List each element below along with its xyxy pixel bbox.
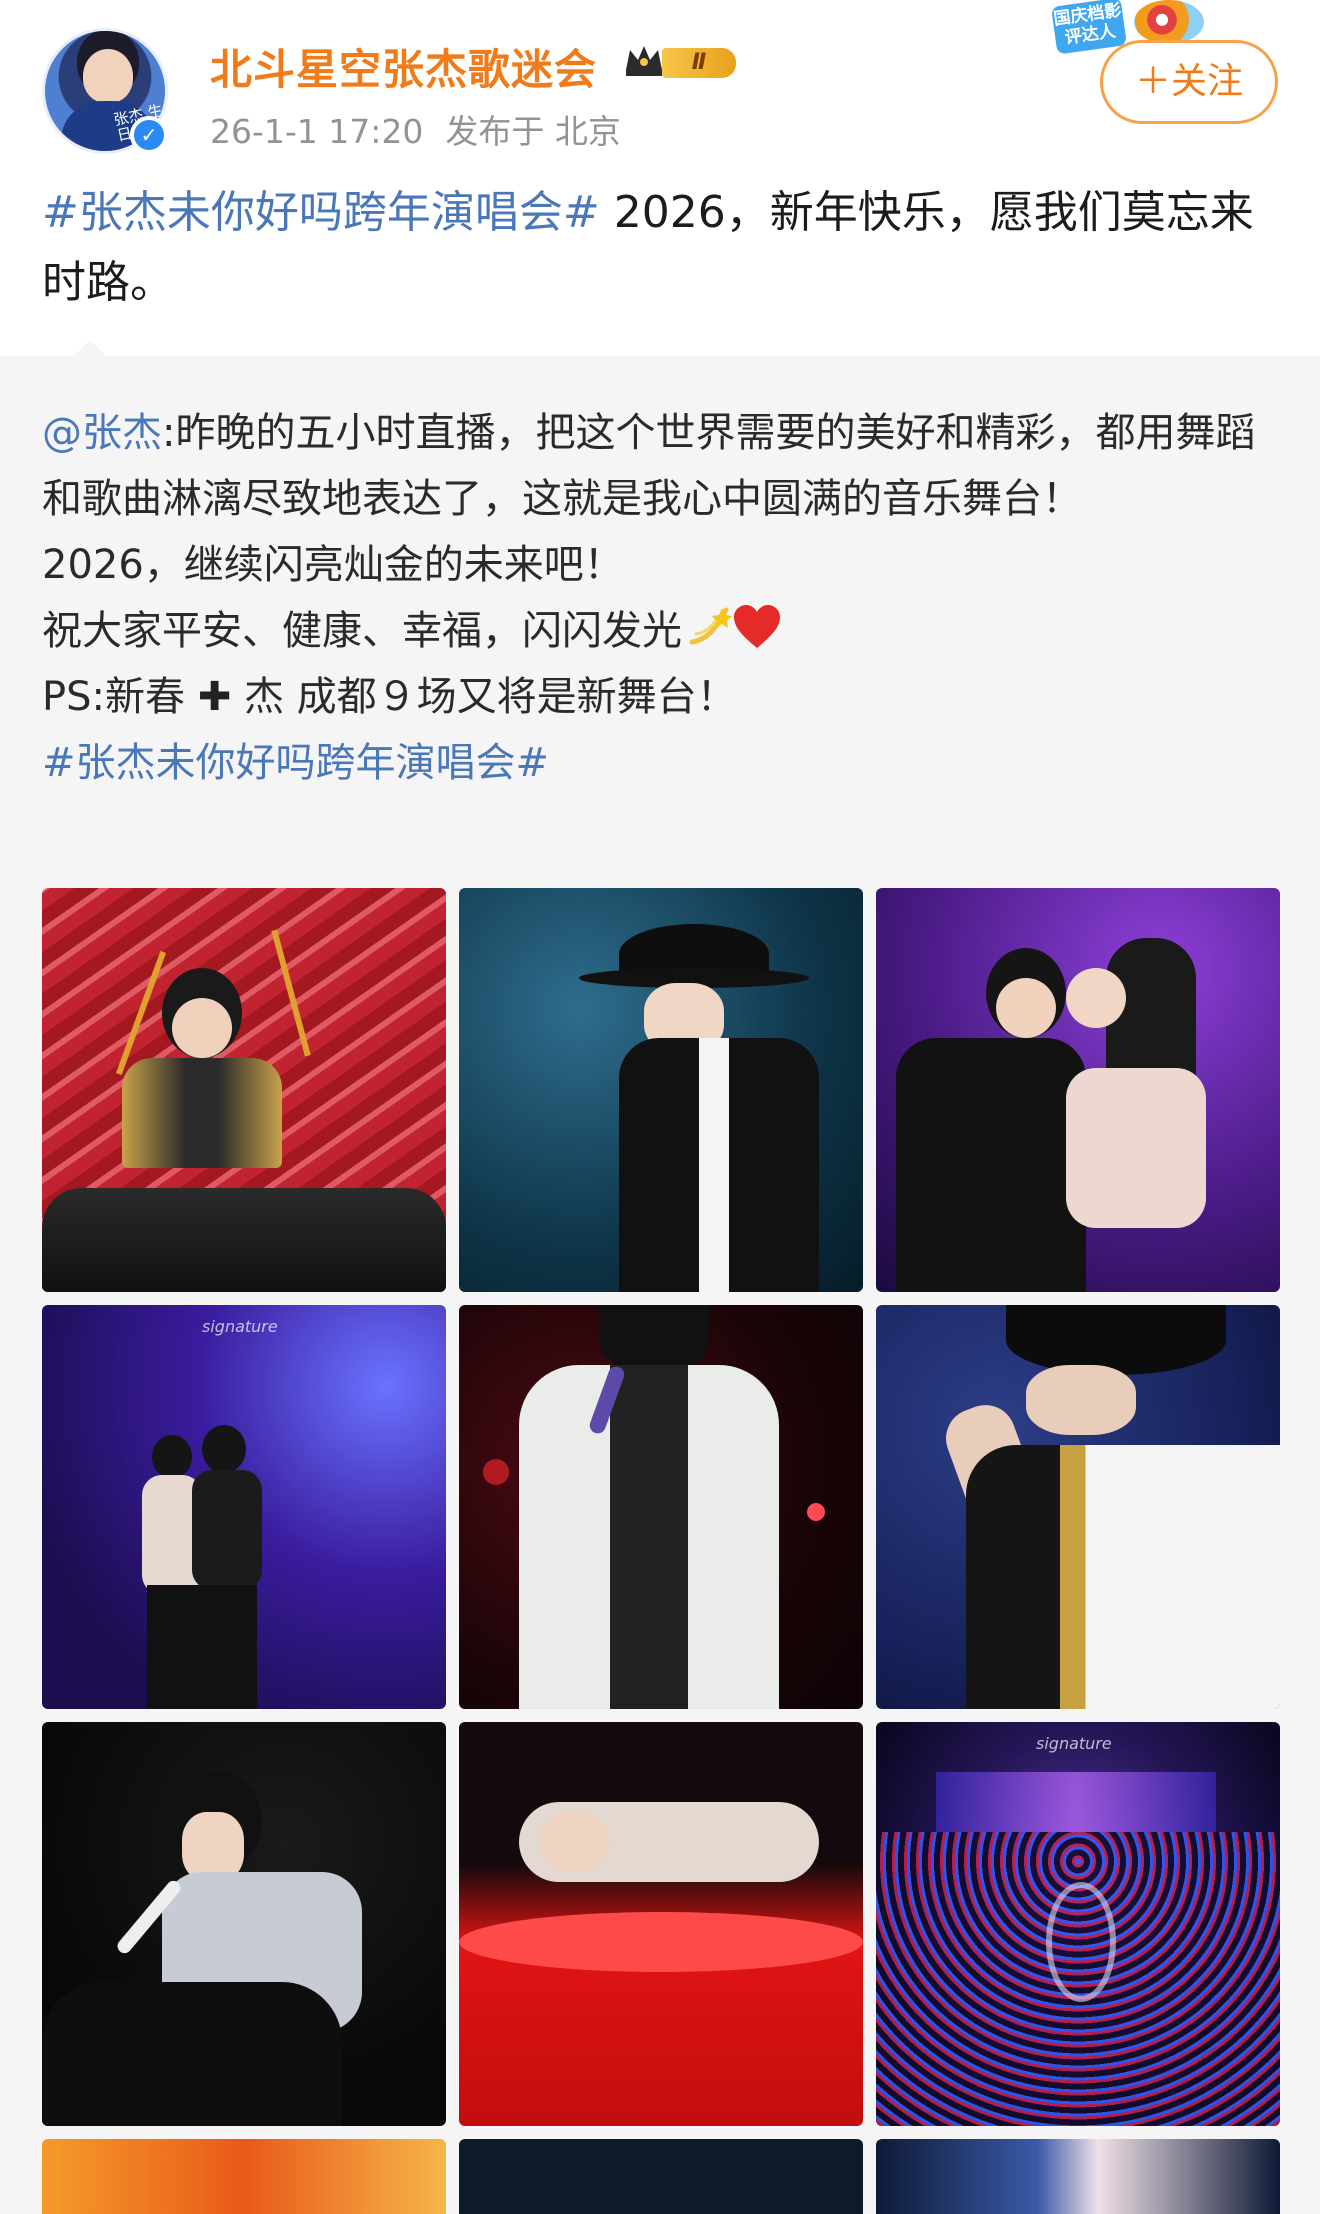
username[interactable]: 北斗星空张杰歌迷会 [210, 36, 597, 97]
seated-singing-photo[interactable] [42, 1722, 446, 2126]
level-badge-label: Ⅱ [662, 48, 736, 78]
mascot-icon [1134, 0, 1204, 44]
partial-photo-3[interactable] [876, 2139, 1280, 2214]
timestamp: 26-1-1 17:20 [210, 112, 424, 151]
duet-embrace-photo[interactable] [876, 888, 1280, 1292]
partial-photo-2[interactable] [459, 2139, 863, 2214]
mention-link[interactable]: @张杰 [42, 410, 162, 456]
hat-pose-photo[interactable] [459, 888, 863, 1292]
crown-icon [626, 46, 662, 76]
avatar-face [83, 49, 133, 103]
follow-button[interactable]: ＋关注 [1100, 40, 1278, 124]
repost-line-4a: PS:新春 [42, 674, 185, 720]
post-body: #张杰未你好吗跨年演唱会# 2026，新年快乐，愿我们莫忘来时路。 [42, 178, 1292, 318]
repost-line-4b: 杰 成都９场又将是新舞台！ [231, 674, 737, 720]
arena-stage-photo[interactable]: signature [876, 1722, 1280, 2126]
repost-line-3: 祝大家平安、健康、幸福，闪闪发光 [42, 608, 682, 654]
post-meta: 26-1-1 17:20 发布于 北京 [210, 105, 621, 153]
heart-icon [734, 605, 780, 648]
dance-duet-photo[interactable]: signature [42, 1305, 446, 1709]
verified-icon: ✓ [130, 116, 168, 154]
repost-hashtag-link[interactable]: #张杰未你好吗跨年演唱会# [42, 730, 1292, 796]
partial-photo-1[interactable] [42, 2139, 446, 2214]
fan-level-badge[interactable]: Ⅱ [622, 40, 740, 84]
lying-red-bed-photo[interactable] [459, 1722, 863, 2126]
dizzy-icon [689, 607, 732, 645]
white-coat-singing-photo[interactable] [459, 1305, 863, 1709]
promo-label: 国庆档影评达人 [1051, 0, 1127, 55]
post-hashtag-link[interactable]: #张杰未你好吗跨年演唱会# [42, 187, 600, 238]
repost-body: @张杰:昨晚的五小时直播，把这个世界需要的美好和精彩，都用舞蹈和歌曲淋漓尽致地表… [42, 400, 1292, 796]
post-header: 张杰 生日快乐 ✓ 北斗星空张杰歌迷会 Ⅱ 26-1-1 17:20 发布于 北京… [0, 0, 1320, 168]
location: 发布于 北京 [445, 112, 621, 151]
hat-closeup-photo[interactable] [876, 1305, 1280, 1709]
repost-line-1: :昨晚的五小时直播，把这个世界需要的美好和精彩，都用舞蹈和歌曲淋漓尽致地表达了，… [42, 410, 1256, 522]
drummer-photo[interactable] [42, 888, 446, 1292]
plus-icon: ✚ [197, 674, 232, 720]
repost-line-2: 2026，继续闪亮灿金的未来吧！ [42, 542, 624, 588]
repost-caret [72, 340, 108, 358]
